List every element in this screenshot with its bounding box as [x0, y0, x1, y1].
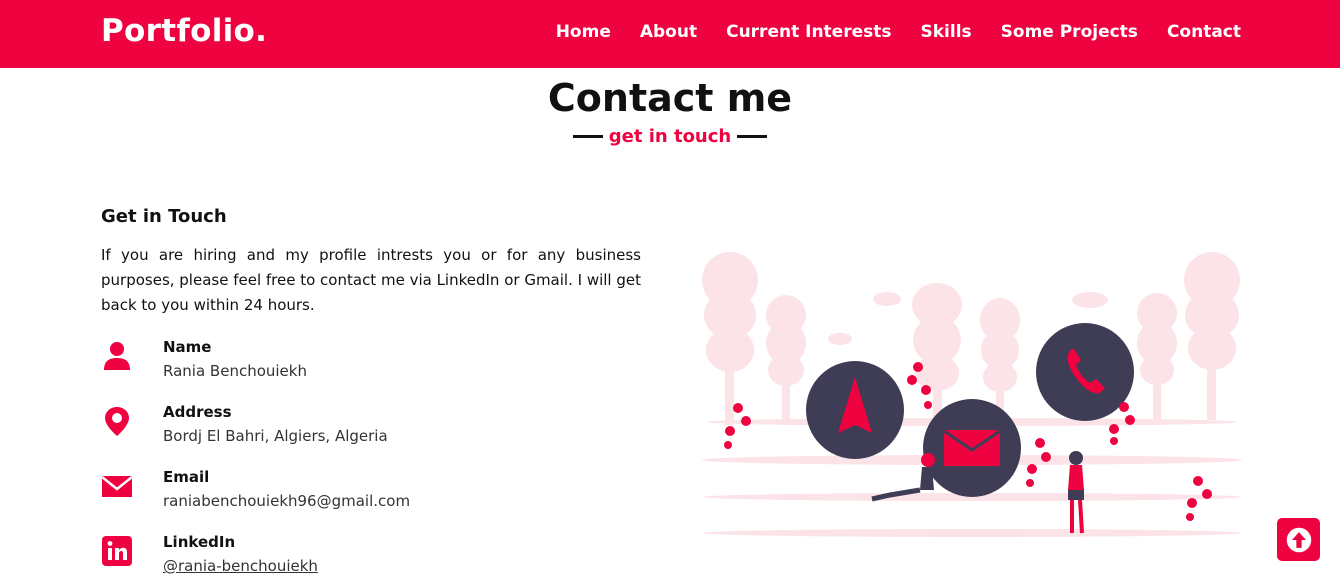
section-subtitle-text: get in touch — [608, 126, 732, 147]
info-label: Address — [163, 403, 232, 421]
nav-item-skills[interactable]: Skills — [920, 22, 971, 42]
info-value: Rania Benchouiekh — [163, 362, 307, 380]
scroll-to-top-button[interactable] — [1277, 518, 1320, 561]
info-linkedin: LinkedIn @rania-benchouiekh — [101, 533, 641, 585]
divider-right — [737, 135, 768, 138]
info-label: Email — [163, 468, 210, 486]
info-label: LinkedIn — [163, 533, 236, 551]
nav-menu: Home About Current Interests Skills Some… — [556, 22, 1241, 42]
info-name: Name Rania Benchouiekh — [101, 338, 641, 390]
get-in-touch-text: If you are hiring and my profile intrest… — [101, 246, 641, 314]
info-label: Name — [163, 338, 212, 356]
section-title: Contact me — [547, 76, 793, 120]
info-address: Address Bordj El Bahri, Algiers, Algeria — [101, 403, 641, 455]
navbar: Portfolio. Home About Current Interests … — [0, 0, 1340, 68]
divider-left — [572, 135, 603, 138]
info-email: Email raniabenchouiekh96@gmail.com — [101, 468, 641, 520]
envelope-icon — [101, 468, 133, 504]
linkedin-link[interactable]: @rania-benchouiekh — [163, 557, 318, 575]
nav-item-home[interactable]: Home — [556, 22, 611, 42]
nav-item-about[interactable]: About — [640, 22, 697, 42]
get-in-touch-heading: Get in Touch — [101, 206, 227, 227]
info-value: Bordj El Bahri, Algiers, Algeria — [163, 427, 388, 445]
map-marker-icon — [101, 403, 133, 439]
brand-logo[interactable]: Portfolio. — [101, 13, 267, 49]
user-icon — [101, 338, 133, 374]
contact-illustration — [702, 252, 1242, 537]
nav-item-some-projects[interactable]: Some Projects — [1001, 22, 1138, 42]
linkedin-icon[interactable] — [101, 533, 133, 569]
section-subtitle: get in touch — [0, 126, 1340, 147]
arrow-up-icon — [1286, 527, 1311, 552]
nav-item-current-interests[interactable]: Current Interests — [726, 22, 891, 42]
nav-item-contact[interactable]: Contact — [1167, 22, 1241, 42]
info-value[interactable]: raniabenchouiekh96@gmail.com — [163, 492, 410, 510]
